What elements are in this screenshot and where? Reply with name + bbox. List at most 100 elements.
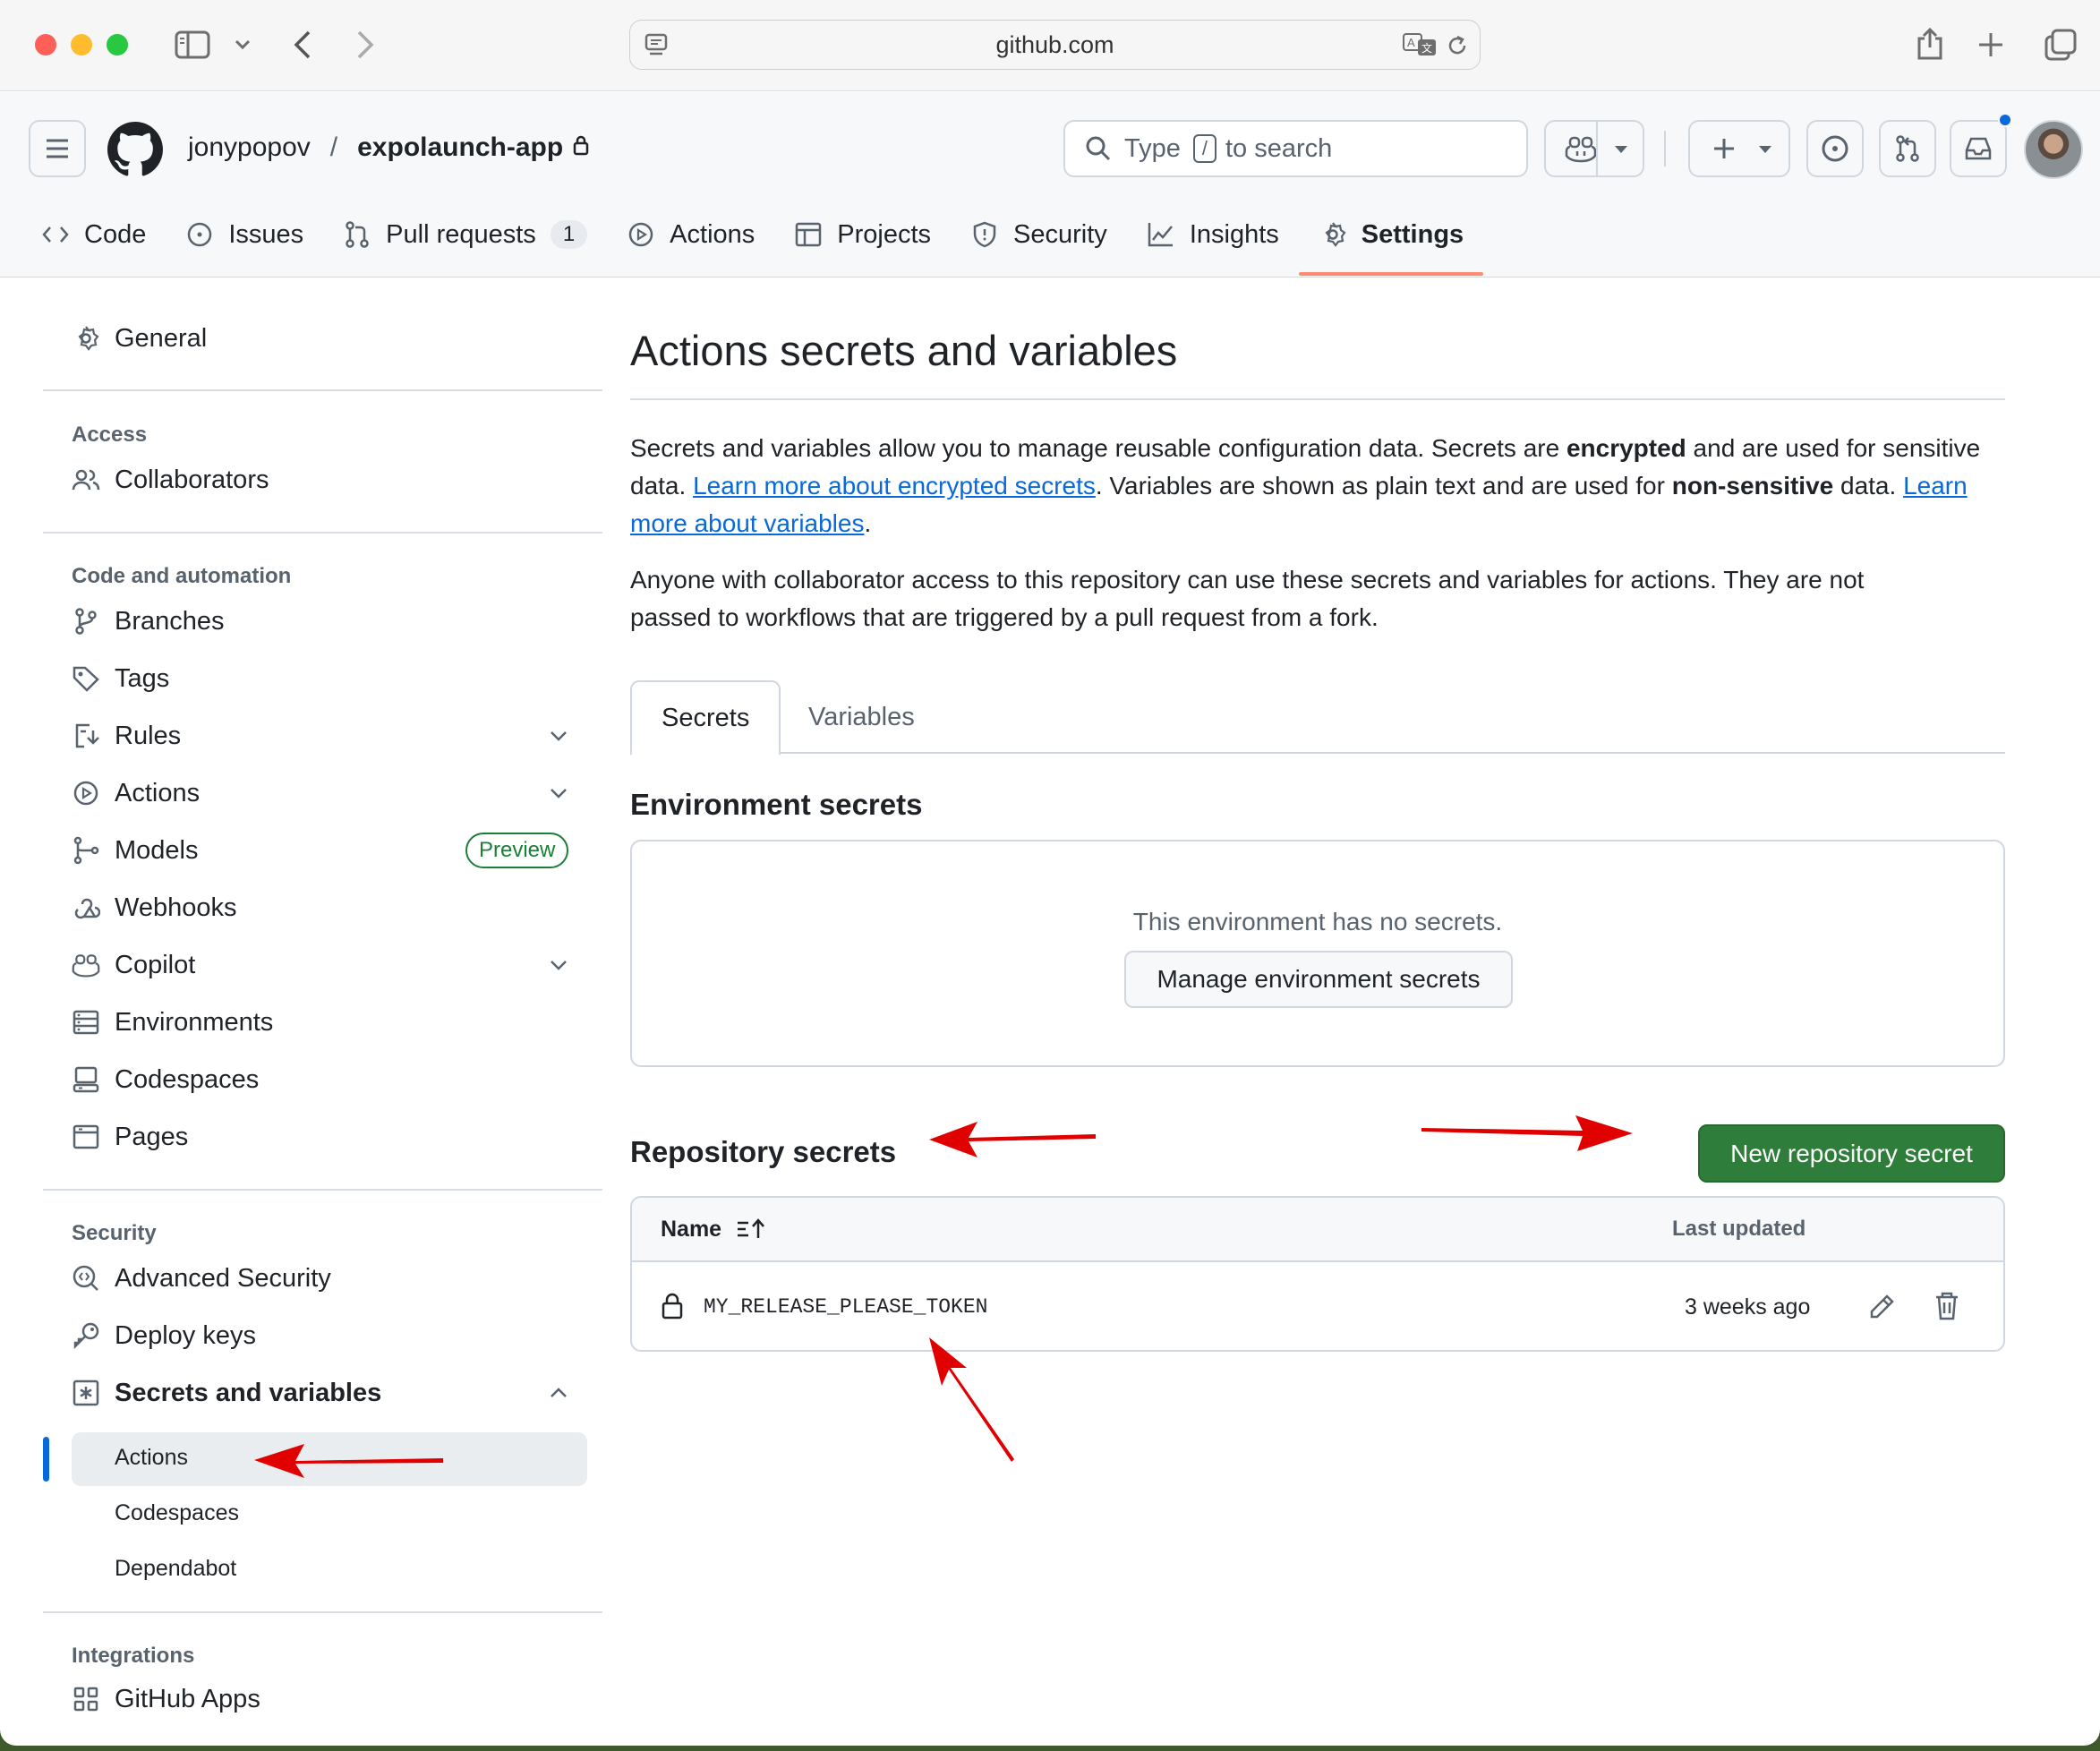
sidebar-subitem-codespaces[interactable]: Codespaces bbox=[115, 1500, 239, 1526]
global-menu-button[interactable] bbox=[29, 120, 86, 177]
title-divider bbox=[630, 398, 2005, 400]
column-header-name[interactable]: Name bbox=[661, 1217, 721, 1243]
gear-icon bbox=[1325, 222, 1346, 247]
tab-code-label: Code bbox=[84, 219, 147, 249]
annotation-arrow-sidebar bbox=[254, 1444, 443, 1478]
sidebar-item-general[interactable]: General bbox=[43, 313, 598, 363]
sidebar-item-deploy-keys[interactable]: Deploy keys bbox=[43, 1311, 598, 1361]
chevron-down-icon[interactable] bbox=[547, 782, 570, 805]
sidebar-item-codespaces[interactable]: Codespaces bbox=[43, 1055, 598, 1105]
minimize-window-button[interactable] bbox=[71, 34, 92, 56]
tab-insights[interactable]: Insights bbox=[1127, 206, 1299, 263]
table-header-row: Name Last updated bbox=[632, 1198, 2003, 1262]
browser-window: github.com A文 jonypopov / expolaunch-app… bbox=[0, 0, 2100, 1746]
svg-text:A: A bbox=[1407, 36, 1415, 49]
url-text: github.com bbox=[995, 30, 1114, 58]
search-shortcut-key: / bbox=[1192, 134, 1216, 163]
owner-link[interactable]: jonypopov bbox=[188, 132, 311, 163]
play-icon bbox=[73, 781, 98, 806]
sidebar-item-environments[interactable]: Environments bbox=[43, 997, 598, 1047]
tab-projects[interactable]: Projects bbox=[774, 206, 951, 263]
sort-ascending-icon[interactable] bbox=[736, 1217, 766, 1245]
environment-secrets-box: This environment has no secrets. Manage … bbox=[630, 840, 2005, 1067]
sidebar-item-label: Rules bbox=[115, 721, 182, 750]
sidebar-item-secrets-and-variables[interactable]: Secrets and variables bbox=[43, 1368, 598, 1418]
repo-link[interactable]: expolaunch-app bbox=[357, 132, 563, 163]
codespaces-icon bbox=[73, 1066, 99, 1093]
inbox-icon bbox=[1965, 137, 1992, 160]
forward-icon[interactable] bbox=[349, 27, 381, 63]
chevron-up-icon[interactable] bbox=[547, 1381, 570, 1405]
tab-settings[interactable]: Settings bbox=[1298, 206, 1484, 276]
intro-text: Secrets and variables allow you to manag… bbox=[630, 434, 1566, 462]
sidebar-item-actions[interactable]: Actions bbox=[43, 768, 598, 818]
back-icon[interactable] bbox=[286, 27, 319, 63]
sidebar-item-label: General bbox=[115, 323, 208, 353]
new-repository-secret-button[interactable]: New repository secret bbox=[1698, 1124, 2005, 1183]
sidebar-item-pages[interactable]: Pages bbox=[43, 1112, 598, 1162]
avatar[interactable] bbox=[2024, 120, 2083, 179]
search-input[interactable]: Type / to search bbox=[1063, 120, 1528, 177]
tab-pull-requests[interactable]: Pull requests 1 bbox=[323, 206, 607, 263]
reload-icon[interactable] bbox=[1445, 33, 1470, 64]
sidebar-item-branches[interactable]: Branches bbox=[43, 596, 598, 646]
chevron-down-icon[interactable] bbox=[547, 724, 570, 747]
pull-requests-shortcut-button[interactable] bbox=[1879, 120, 1936, 177]
create-new-button[interactable] bbox=[1688, 120, 1790, 177]
empty-state-text: This environment has no secrets. bbox=[1132, 908, 1503, 935]
sidebar-active-indicator bbox=[43, 1437, 49, 1482]
copilot-menu-button[interactable] bbox=[1544, 120, 1644, 177]
sidebar-item-rules[interactable]: Rules bbox=[43, 711, 598, 761]
environment-secrets-heading: Environment secrets bbox=[630, 788, 923, 821]
sidebar-item-advanced-security[interactable]: Advanced Security bbox=[43, 1253, 598, 1303]
translate-icon[interactable]: A文 bbox=[1402, 31, 1438, 64]
sidebar-item-webhooks[interactable]: Webhooks bbox=[43, 883, 598, 933]
intro-text: . Variables are shown as plain text and … bbox=[1095, 472, 1672, 500]
apps-icon bbox=[73, 1687, 98, 1712]
breadcrumb: jonypopov / expolaunch-app bbox=[188, 132, 590, 163]
sidebar-item-tags[interactable]: Tags bbox=[43, 653, 598, 704]
pencil-icon[interactable] bbox=[1867, 1293, 1896, 1326]
inbox-button[interactable] bbox=[1950, 113, 2012, 177]
annotation-arrow-right bbox=[1421, 1115, 1633, 1151]
encrypted-secrets-link[interactable]: Learn more about encrypted secrets bbox=[693, 472, 1096, 500]
tab-issues[interactable]: Issues bbox=[166, 206, 323, 263]
tab-actions[interactable]: Actions bbox=[607, 206, 774, 263]
sidebar-item-collaborators[interactable]: Collaborators bbox=[43, 455, 598, 505]
sidebar-item-models[interactable]: Models Preview bbox=[43, 825, 598, 876]
github-logo-icon[interactable] bbox=[107, 122, 163, 177]
page-title: Actions secrets and variables bbox=[630, 327, 1178, 374]
page-settings-icon[interactable] bbox=[643, 31, 670, 64]
chevron-down-icon[interactable] bbox=[547, 953, 570, 977]
secrets-variables-tabs: Secrets Variables bbox=[630, 680, 2005, 756]
tab-variables[interactable]: Variables bbox=[779, 680, 944, 754]
chevron-down-icon[interactable] bbox=[229, 32, 256, 57]
sidebar-item-github-apps[interactable]: GitHub Apps bbox=[43, 1674, 598, 1724]
repository-secrets-table: Name Last updated MY_RELEASE_PLEASE_TOKE… bbox=[630, 1196, 2005, 1352]
tab-overview-icon[interactable] bbox=[2043, 27, 2079, 63]
play-icon bbox=[628, 222, 653, 247]
trash-icon[interactable] bbox=[1934, 1291, 1960, 1326]
people-icon bbox=[72, 469, 100, 491]
preview-badge: Preview bbox=[465, 833, 569, 868]
manage-environment-secrets-button[interactable]: Manage environment secrets bbox=[1124, 951, 1513, 1008]
sidebar-item-copilot[interactable]: Copilot bbox=[43, 940, 598, 990]
tab-code[interactable]: Code bbox=[0, 206, 166, 263]
new-tab-icon[interactable] bbox=[1975, 29, 2007, 61]
tab-secrets[interactable]: Secrets bbox=[630, 680, 781, 756]
tab-security[interactable]: Security bbox=[951, 206, 1127, 263]
repo-rules-icon bbox=[75, 723, 99, 748]
tab-actions-label: Actions bbox=[670, 219, 755, 249]
repo-nav: Code Issues Pull requests 1 Actions Proj… bbox=[0, 206, 1484, 276]
sidebar-subitem-dependabot[interactable]: Dependabot bbox=[115, 1556, 236, 1582]
pull-request-icon bbox=[346, 221, 369, 248]
close-window-button[interactable] bbox=[35, 34, 56, 56]
share-icon[interactable] bbox=[1912, 23, 1948, 64]
lock-icon bbox=[661, 1293, 684, 1324]
sidebar-item-label: Pages bbox=[115, 1122, 189, 1151]
intro-bold: encrypted bbox=[1566, 434, 1686, 462]
zoom-window-button[interactable] bbox=[107, 34, 128, 56]
issues-shortcut-button[interactable] bbox=[1806, 120, 1864, 177]
sidebar-toggle-icon[interactable] bbox=[172, 25, 213, 64]
address-bar[interactable]: github.com A文 bbox=[629, 20, 1481, 70]
